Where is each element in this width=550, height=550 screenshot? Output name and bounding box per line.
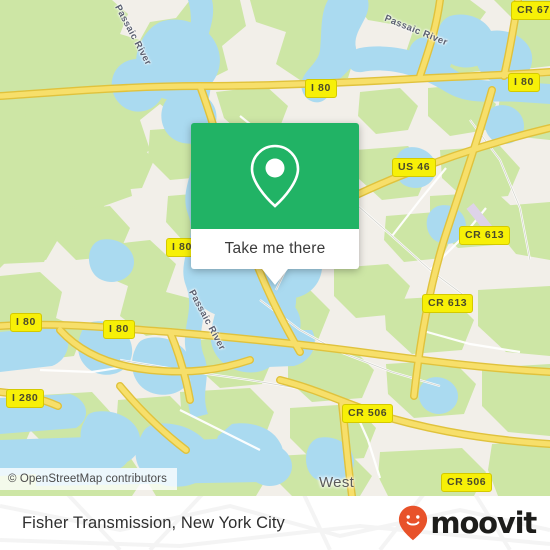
road-shield: I 80 (103, 320, 135, 339)
osm-attribution-text: © OpenStreetMap contributors (8, 473, 167, 485)
moovit-pin-icon (399, 505, 428, 541)
road-shield: CR 613 (459, 226, 511, 245)
place-label-west: West (319, 474, 355, 491)
road-shield: CR 506 (441, 473, 493, 492)
page-title: Fisher Transmission, New York City (22, 513, 285, 532)
road-shield: I 80 (10, 313, 42, 332)
callout-header (191, 123, 359, 229)
location-callout[interactable]: Take me there (191, 123, 359, 285)
map-canvas[interactable]: CR 679 I 80 I 80 US 46 CR 613 I 80 CR 61… (0, 0, 550, 496)
callout-pointer (262, 269, 288, 285)
road-shield: CR 506 (342, 404, 394, 423)
footer-bar: Fisher Transmission, New York City moovi… (0, 496, 550, 550)
road-shield: I 280 (6, 389, 45, 408)
road-shield: US 46 (392, 158, 437, 177)
moovit-logo[interactable]: moovit (398, 505, 537, 541)
road-shield: CR 613 (422, 294, 474, 313)
take-me-there-button[interactable]: Take me there (191, 229, 359, 269)
road-shield: CR 679 (511, 1, 550, 20)
moovit-wordmark: moovit (430, 505, 537, 540)
osm-attribution[interactable]: © OpenStreetMap contributors (0, 468, 177, 490)
take-me-there-label: Take me there (224, 240, 326, 257)
road-shield: I 80 (508, 73, 540, 92)
road-shield: I 80 (305, 79, 337, 98)
map-screenshot: CR 679 I 80 I 80 US 46 CR 613 I 80 CR 61… (0, 0, 550, 550)
map-pin-icon (250, 144, 300, 208)
